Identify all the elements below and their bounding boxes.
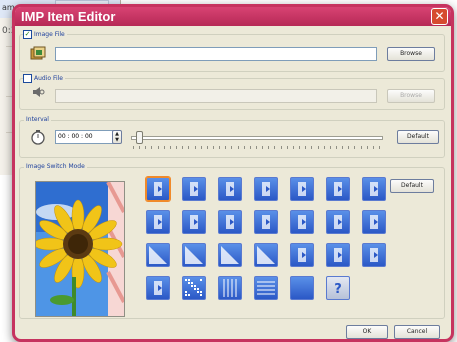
slider-tick [182,146,184,149]
spinner-down-icon: ▼ [115,137,119,143]
image-switch-mode-label: Image Switch Mode [24,163,87,170]
slider-tick [335,146,337,149]
audio-browse-button[interactable]: Browse [387,89,435,103]
slider-tick [256,146,257,149]
slider-tick [342,146,344,149]
picture-file-icon [30,46,46,60]
slider-tick [206,146,208,149]
transition-slide-inward-icon[interactable] [218,210,242,234]
slider-tick [237,146,239,149]
slider-tick [305,146,307,149]
slider-tick [292,146,294,149]
image-file-path-field[interactable] [55,47,377,61]
slider-tick [231,146,233,149]
transition-horizontal-blinds-icon[interactable] [254,276,278,300]
transition-roll-up-icon[interactable] [326,243,350,267]
slider-tick [151,146,153,149]
slider-tick [219,146,221,149]
transition-split-left-right-icon[interactable] [146,177,170,201]
transition-diagonal-top-left-icon[interactable] [146,243,170,267]
slider-tick [243,146,245,149]
close-icon: ✕ [434,9,445,23]
slider-tick [169,146,171,149]
transition-roll-down-icon[interactable] [290,243,314,267]
transition-random-icon[interactable]: ? [326,276,350,300]
transition-push-left-icon[interactable] [146,210,170,234]
transition-corner-out-icon[interactable] [254,210,278,234]
close-button[interactable]: ✕ [431,8,448,25]
image-file-label: Image File [32,31,67,38]
transition-fade-icon[interactable] [290,276,314,300]
slider-tick [133,146,134,149]
image-file-checkbox[interactable]: ✓ [23,30,32,39]
image-preview [35,181,125,317]
slider-tick [372,146,374,149]
image-browse-button[interactable]: Browse [387,47,435,61]
transition-fade-center-icon[interactable] [182,210,206,234]
sunflower-preview-image [36,182,124,316]
slider-tick [249,146,251,149]
transition-peel-left-icon[interactable] [146,276,170,300]
slider-tick [262,146,264,149]
speaker-icon [33,87,45,97]
transition-slide-up-icon[interactable] [254,177,278,201]
transition-box-in-icon[interactable] [290,210,314,234]
interval-slider-track[interactable] [131,136,383,140]
interval-time-field[interactable]: 00 : 00 : 00 [55,130,115,144]
title-bar[interactable]: IMP Item Editor ✕ [15,7,451,26]
slider-tick [280,146,282,149]
slider-tick [163,146,165,149]
slider-tick [286,146,288,149]
slider-tick [188,146,190,149]
transition-corner-in-icon[interactable] [326,210,350,234]
slider-tick [157,146,159,149]
slider-tick [194,146,196,149]
slider-tick [274,146,276,149]
transition-zoom-out-icon[interactable] [362,177,386,201]
transition-diagonal-bottom-icon[interactable] [182,243,206,267]
transition-split-horizontal-icon[interactable] [362,210,386,234]
transition-diagonal-down-icon[interactable] [254,243,278,267]
switch-mode-default-button[interactable]: Default [390,179,434,193]
audio-file-label: Audio File [32,75,66,82]
slider-tick [268,146,270,149]
svg-text:?: ? [334,282,342,297]
audio-file-checkbox[interactable] [23,74,32,83]
interval-slider-thumb[interactable] [135,131,143,144]
slider-tick [311,146,313,149]
transition-slide-down-icon[interactable] [218,177,242,201]
transition-split-vertical-icon[interactable] [290,177,314,201]
slider-tick [360,146,362,149]
slider-tick [176,146,178,149]
slider-tick [139,146,141,149]
cancel-button[interactable]: Cancel [394,325,440,339]
transition-diagonal-up-icon[interactable] [218,243,242,267]
transition-wipe-vertical-icon[interactable] [326,177,350,201]
stopwatch-icon [31,130,45,145]
slider-tick [329,146,331,149]
slider-tick [299,146,301,149]
slider-tick [145,146,147,149]
interval-spinner[interactable]: ▲ ▼ [112,130,122,144]
slider-tick [317,146,319,149]
slider-tick [200,146,202,149]
transition-dissolve-icon[interactable] [182,276,206,300]
interval-default-button[interactable]: Default [397,130,439,144]
slider-tick [366,146,368,149]
transition-vertical-blinds-icon[interactable] [218,276,242,300]
slider-tick [212,146,214,149]
slider-tick [379,146,380,149]
transition-slide-left-icon[interactable] [182,177,206,201]
imp-item-editor-dialog: IMP Item Editor ✕ ✓ Image File Browse Au… [12,4,454,342]
interval-label: Interval [24,116,51,123]
slider-tick [225,146,227,149]
slider-tick [348,146,350,149]
window-title: IMP Item Editor [21,9,116,24]
slider-tick [323,146,325,149]
slider-tick [354,146,356,149]
ok-button[interactable]: OK [346,325,388,339]
transition-slide-right-icon[interactable] [362,243,386,267]
audio-file-path-field[interactable] [55,89,377,103]
